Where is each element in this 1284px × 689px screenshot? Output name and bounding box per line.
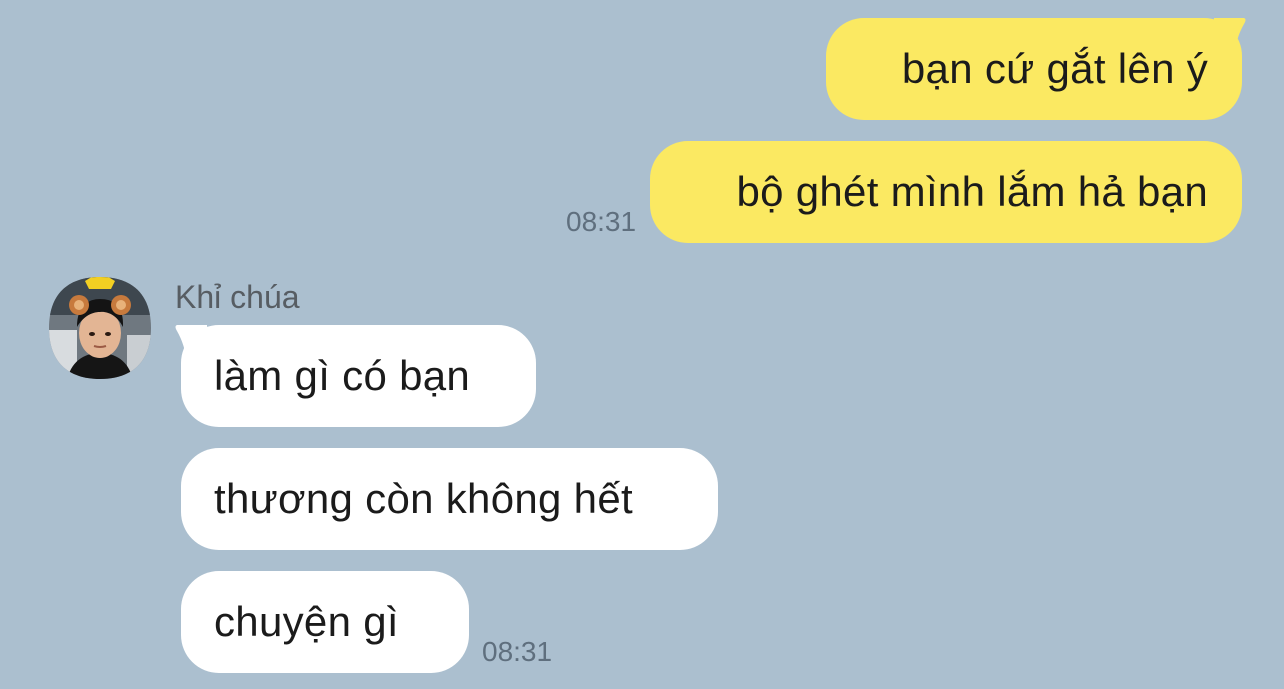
outgoing-message-bubble[interactable]: bạn cứ gắt lên ý [826, 18, 1242, 120]
outgoing-bubble-tail [1214, 18, 1246, 56]
incoming-message-bubble[interactable]: làm gì có bạn [181, 325, 536, 427]
incoming-message-bubble[interactable]: chuyện gì [181, 571, 469, 673]
incoming-message-bubble[interactable]: thương còn không hết [181, 448, 718, 550]
outgoing-message-bubble[interactable]: bộ ghét mình lắm hả bạn [650, 141, 1242, 243]
sender-name: Khỉ chúa [175, 279, 300, 315]
incoming-message-text: làm gì có bạn [214, 352, 471, 399]
incoming-message-text: chuyện gì [214, 598, 399, 645]
outgoing-message-text: bộ ghét mình lắm hả bạn [736, 168, 1208, 215]
outgoing-message-text: bạn cứ gắt lên ý [901, 45, 1208, 92]
incoming-message-text: thương còn không hết [214, 475, 633, 522]
incoming-timestamp: 08:31 [482, 636, 553, 667]
outgoing-timestamp: 08:31 [566, 206, 637, 237]
user-avatar[interactable] [47, 275, 153, 381]
